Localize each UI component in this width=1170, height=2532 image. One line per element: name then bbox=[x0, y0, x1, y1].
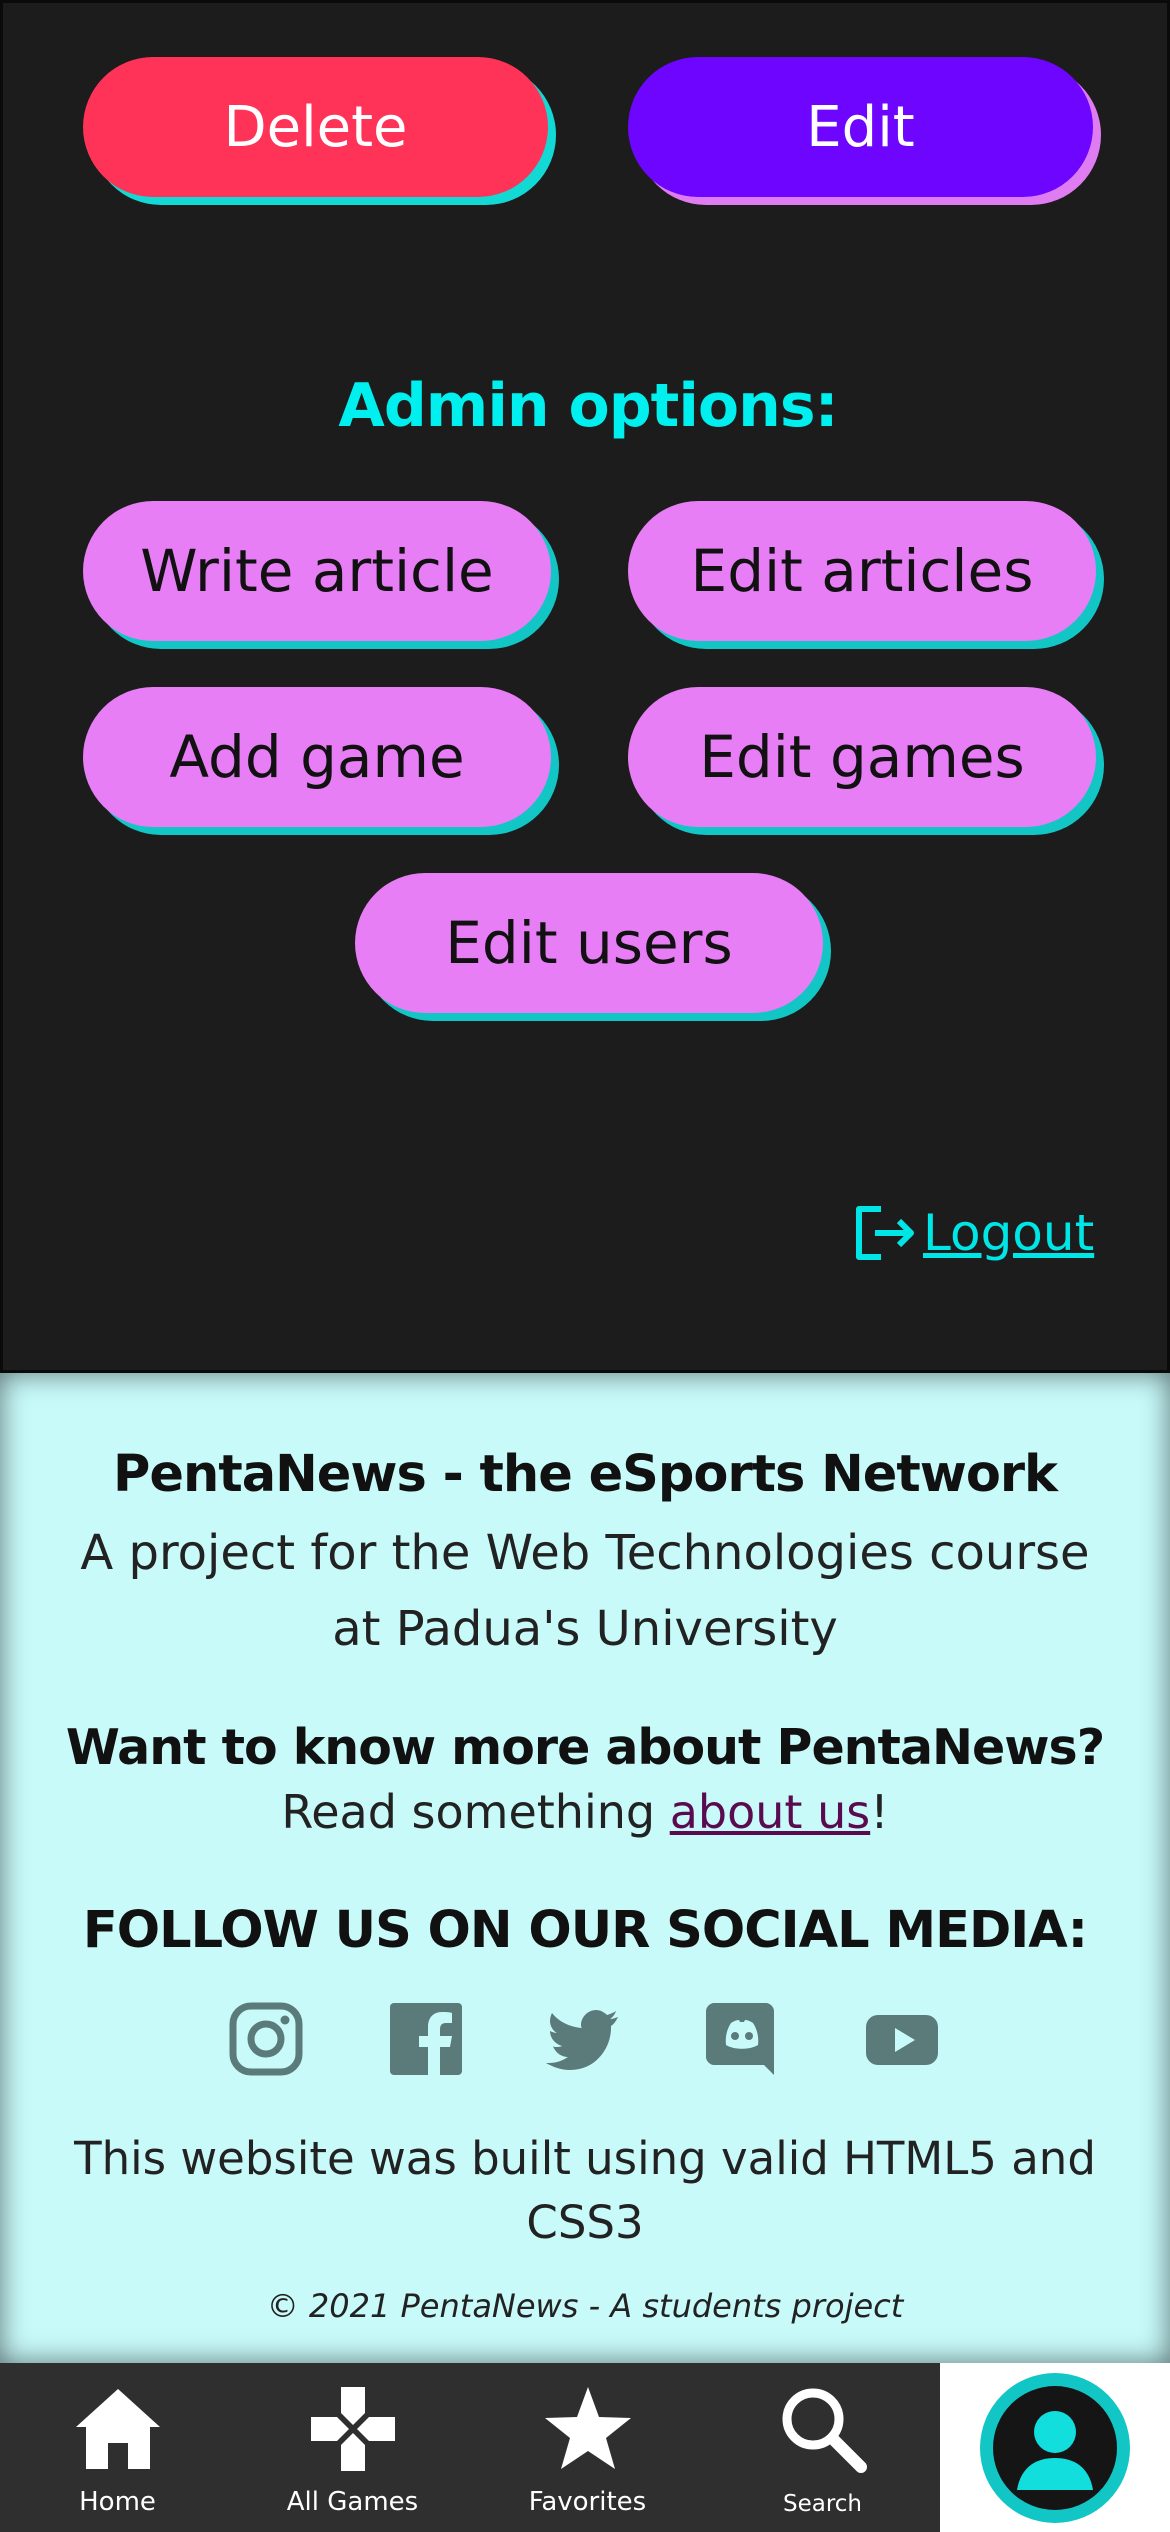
footer-subtitle: A project for the Web Technologies cours… bbox=[80, 1525, 1090, 1657]
about-us-link[interactable]: about us bbox=[670, 1785, 870, 1839]
nav-search-label: Search bbox=[782, 2491, 863, 2517]
facebook-icon[interactable] bbox=[388, 2001, 464, 2077]
read-suffix: ! bbox=[870, 1785, 889, 1839]
logout-label: Logout bbox=[923, 1204, 1095, 1262]
nav-all-games[interactable]: All Games bbox=[235, 2363, 470, 2532]
nav-favorites-label: Favorites bbox=[528, 2487, 647, 2517]
nav-home-label: Home bbox=[79, 2487, 156, 2517]
built-with-text: This website was built using valid HTML5… bbox=[74, 2132, 1096, 2249]
write-article-button[interactable]: Write article bbox=[83, 501, 551, 641]
add-game-button[interactable]: Add game bbox=[83, 687, 551, 827]
edit-articles-button[interactable]: Edit articles bbox=[628, 501, 1096, 641]
instagram-icon[interactable] bbox=[228, 2001, 304, 2077]
profile-button[interactable] bbox=[980, 2373, 1130, 2523]
logout-link[interactable]: Logout bbox=[853, 1203, 1094, 1263]
copyright-text: © 2021 PentaNews - A students project bbox=[266, 2287, 904, 2325]
discord-icon[interactable] bbox=[704, 2001, 780, 2077]
star-icon bbox=[545, 2387, 631, 2469]
footer-read-line: Read something about us! bbox=[0, 1785, 1170, 1839]
youtube-icon[interactable] bbox=[864, 2001, 940, 2077]
account-panel: Delete Edit Admin options: Write article… bbox=[0, 0, 1170, 1373]
logout-icon bbox=[856, 1206, 914, 1260]
edit-button[interactable]: Edit bbox=[628, 57, 1093, 197]
user-avatar bbox=[993, 2386, 1117, 2510]
footer-question: Want to know more about PentaNews? bbox=[65, 1719, 1105, 1776]
nav-profile-area bbox=[940, 2363, 1170, 2532]
gamepad-icon bbox=[311, 2387, 395, 2471]
social-links bbox=[0, 2001, 1170, 2091]
admin-options-title: Admin options: bbox=[338, 371, 838, 441]
follow-heading: FOLLOW US ON OUR SOCIAL MEDIA: bbox=[82, 1901, 1088, 1960]
user-icon bbox=[1017, 2411, 1093, 2490]
nav-all-games-label: All Games bbox=[286, 2487, 419, 2517]
site-footer: PentaNews - the eSports Network A projec… bbox=[0, 1373, 1170, 2363]
bottom-nav: Home All Games Favorites Search bbox=[0, 2363, 940, 2532]
footer-title: PentaNews - the eSports Network bbox=[113, 1445, 1058, 1504]
nav-home[interactable]: Home bbox=[0, 2363, 235, 2532]
home-icon bbox=[76, 2389, 160, 2469]
delete-button[interactable]: Delete bbox=[83, 57, 548, 197]
edit-users-button[interactable]: Edit users bbox=[355, 873, 823, 1013]
read-prefix: Read something bbox=[281, 1785, 670, 1839]
nav-favorites[interactable]: Favorites bbox=[470, 2363, 705, 2532]
edit-games-button[interactable]: Edit games bbox=[628, 687, 1096, 827]
nav-search[interactable]: Search bbox=[705, 2363, 940, 2532]
twitter-icon[interactable] bbox=[546, 2001, 622, 2077]
search-icon bbox=[782, 2388, 867, 2473]
